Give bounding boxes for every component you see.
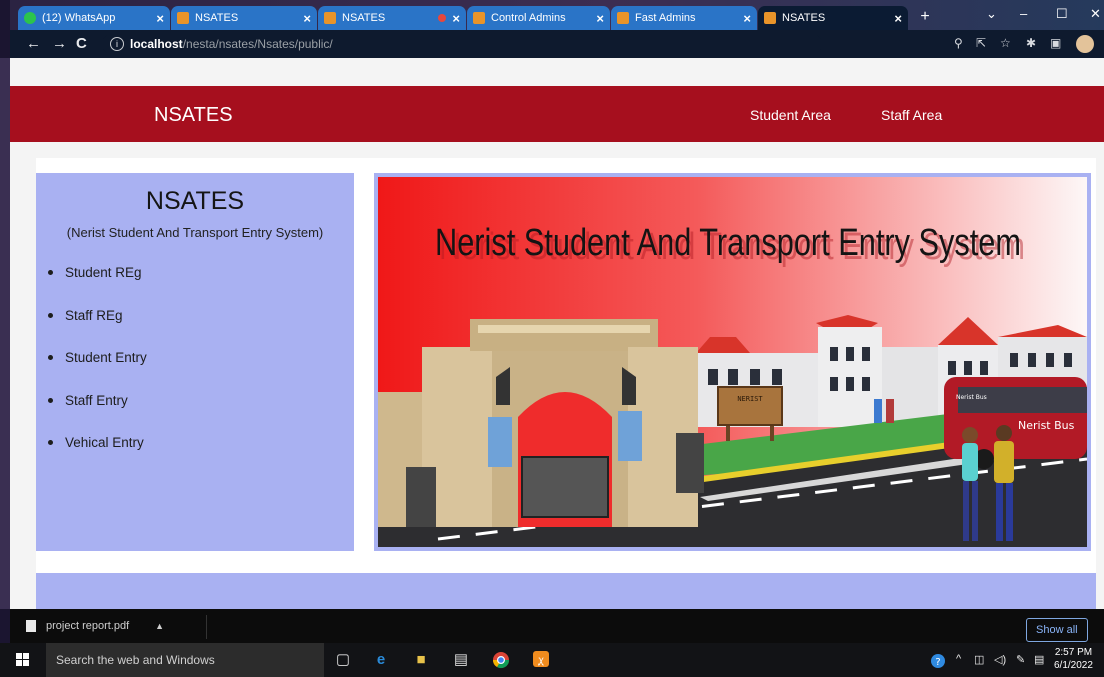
store-icon[interactable]: ▤ — [452, 651, 470, 669]
volume-icon[interactable]: ◁) — [994, 653, 1006, 666]
svg-text:?: ? — [935, 657, 940, 668]
sidebar-item-staff-reg[interactable]: Staff REg — [46, 308, 147, 351]
new-tab-button[interactable]: + — [916, 9, 934, 27]
taskbar-search-input[interactable]: Search the web and Windows — [46, 643, 324, 677]
url-host: localhost — [130, 37, 183, 51]
extensions-icon[interactable]: ✱ — [1026, 36, 1036, 50]
tab-title: NSATES — [342, 12, 386, 24]
bus-label: Nerist Bus — [1018, 419, 1075, 432]
tab-title: NSATES — [782, 12, 826, 24]
task-view-icon[interactable]: ▢ — [334, 651, 352, 669]
pen-icon[interactable]: ✎ — [1016, 653, 1025, 666]
network-icon[interactable]: ◫ — [974, 653, 984, 666]
tab-close-icon[interactable]: × — [894, 11, 902, 26]
close-window-icon[interactable]: ✕ — [1090, 6, 1101, 22]
tab-close-icon[interactable]: × — [743, 11, 751, 26]
main-container: NSATES (Nerist Student And Transport Ent… — [36, 158, 1096, 578]
desktop-edge — [0, 58, 10, 609]
sidebar-title: NSATES — [145, 187, 245, 215]
clock-date: 6/1/2022 — [1054, 660, 1093, 671]
tab-control-admins[interactable]: Control Admins × — [467, 6, 610, 30]
tab-nsates-1[interactable]: NSATES × — [171, 6, 317, 30]
forward-icon[interactable]: → — [52, 35, 67, 52]
tab-title: Control Admins — [491, 12, 566, 24]
chevron-up-icon[interactable]: ▲ — [155, 621, 164, 631]
windows-start-icon[interactable] — [16, 653, 30, 667]
downloads-bar: project report.pdf ▲ Show all — [10, 609, 1104, 643]
banner-headline: Nerist Student And Transport Entry Syste… — [435, 222, 1021, 264]
download-filename: project report.pdf — [46, 620, 130, 632]
sign-text: NERIST — [737, 395, 763, 403]
tab-title: NSATES — [195, 12, 239, 24]
back-icon[interactable]: ← — [26, 35, 41, 52]
minimize-icon[interactable]: – — [1020, 6, 1027, 21]
share-icon[interactable]: ⇱ — [976, 36, 986, 50]
tab-title: (12) WhatsApp — [42, 12, 116, 24]
pdf-file-icon — [26, 620, 36, 632]
campus-gate — [378, 319, 704, 527]
whatsapp-icon — [24, 12, 36, 24]
hero-banner: NERIST Nerist Bus Nerist Bus Nerist Stud… — [374, 173, 1091, 551]
chrome-icon[interactable] — [492, 651, 510, 669]
download-item[interactable]: project report.pdf ▲ — [26, 620, 164, 632]
address-bar: ← → C i localhost /nesta/nsates/Nsates/p… — [10, 30, 1104, 58]
xampp-icon[interactable]: ꭕ — [532, 651, 550, 669]
sidebar-item-staff-entry[interactable]: Staff Entry — [46, 393, 147, 436]
app-icon — [324, 12, 336, 24]
tab-close-icon[interactable]: × — [596, 11, 604, 26]
web-page: NSATES Student Area Staff Area NSATES (N… — [10, 58, 1104, 609]
nav-staff-area[interactable]: Staff Area — [881, 107, 942, 123]
sidebar-subtitle: (Nerist Student And Transport Entry Syst… — [66, 225, 324, 240]
reload-icon[interactable]: C — [76, 35, 87, 52]
profile-avatar[interactable] — [1076, 35, 1094, 53]
tab-nsates-2[interactable]: NSATES × — [318, 6, 466, 30]
divider — [206, 615, 207, 639]
tab-whatsapp[interactable]: (12) WhatsApp × — [18, 6, 170, 30]
app-icon — [473, 12, 485, 24]
tab-nsates-active[interactable]: NSATES × — [758, 6, 908, 30]
tab-fast-admins[interactable]: Fast Admins × — [611, 6, 757, 30]
site-footer — [36, 573, 1096, 609]
tab-title: Fast Admins — [635, 12, 696, 24]
file-explorer-icon[interactable]: ■ — [412, 651, 430, 669]
tab-search-icon[interactable]: ⌄ — [986, 6, 997, 22]
tab-close-icon[interactable]: × — [156, 11, 164, 26]
taskbar-clock[interactable]: 2:57 PM 6/1/2022 — [1054, 646, 1093, 672]
url-path: /nesta/nsates/Nsates/public/ — [182, 37, 333, 51]
bus-small-label: Nerist Bus — [956, 394, 987, 401]
nav-student-area[interactable]: Student Area — [750, 107, 831, 123]
chevron-up-icon[interactable]: ^ — [956, 653, 961, 665]
side-panel-icon[interactable]: ▣ — [1050, 36, 1061, 50]
clock-time: 2:57 PM — [1054, 647, 1093, 658]
sidebar-item-student-entry[interactable]: Student Entry — [46, 350, 147, 393]
url-input[interactable]: i localhost /nesta/nsates/Nsates/public/ — [102, 34, 822, 54]
sidebar-item-student-reg[interactable]: Student REg — [46, 265, 147, 308]
tab-close-icon[interactable]: × — [303, 11, 311, 26]
sidebar-menu: Student REg Staff REg Student Entry Staf… — [46, 265, 147, 478]
app-icon — [764, 12, 776, 24]
notification-icon[interactable]: ▤ — [1034, 653, 1044, 666]
recording-icon — [438, 14, 447, 22]
zoom-icon[interactable]: ⚲ — [954, 36, 963, 50]
show-all-button[interactable]: Show all — [1026, 618, 1088, 642]
edge-browser-icon[interactable]: e — [372, 651, 390, 669]
site-brand[interactable]: NSATES — [154, 104, 233, 127]
app-icon — [617, 12, 629, 24]
sidebar: NSATES (Nerist Student And Transport Ent… — [36, 173, 354, 551]
svg-text:ꭕ: ꭕ — [537, 655, 544, 666]
tab-close-icon[interactable]: × — [452, 11, 460, 26]
maximize-icon[interactable]: ☐ — [1056, 6, 1068, 22]
browser-tab-strip: (12) WhatsApp × NSATES × NSATES × Contro… — [10, 0, 1104, 30]
info-icon[interactable]: i — [110, 37, 124, 51]
bookmark-star-icon[interactable]: ☆ — [1000, 36, 1011, 50]
site-navbar: NSATES Student Area Staff Area — [10, 86, 1104, 142]
app-icon — [177, 12, 189, 24]
banner-illustration: NERIST Nerist Bus Nerist Bus Nerist Stud… — [378, 177, 1087, 547]
windows-taskbar: Search the web and Windows ▢ e ■ ▤ ꭕ ? ^… — [0, 643, 1104, 677]
sidebar-item-vehical-entry[interactable]: Vehical Entry — [46, 435, 147, 478]
help-icon[interactable]: ? — [930, 653, 946, 672]
